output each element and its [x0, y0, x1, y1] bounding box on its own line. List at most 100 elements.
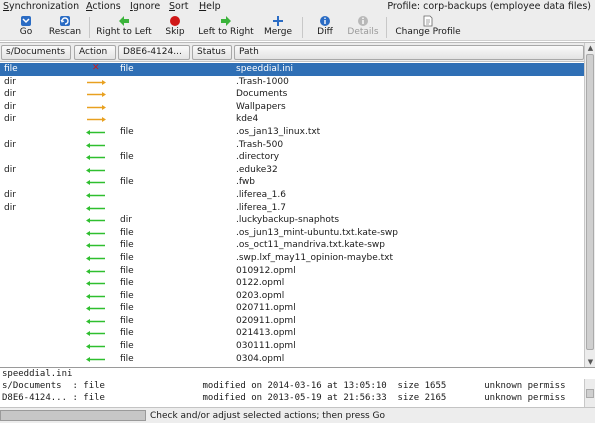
table-row[interactable]: file .os_oct11_mandriva.txt.kate-swp: [0, 239, 584, 252]
table-row[interactable]: file 020911.opml: [0, 315, 584, 328]
cell-replica-b: file: [120, 252, 134, 263]
column-header-action[interactable]: Action: [74, 45, 116, 60]
cell-path: 020711.opml: [236, 303, 296, 314]
cell-replica-b: file: [120, 240, 134, 251]
details-filename: speeddial.ini: [2, 369, 73, 379]
table-row[interactable]: file .os_jun13_mint-ubuntu.txt.kate-swp: [0, 227, 584, 240]
skip-button[interactable]: Skip: [160, 14, 190, 41]
table-row[interactable]: dir Wallpapers: [0, 101, 584, 114]
cell-path: 020911.opml: [236, 315, 296, 326]
table-body: file ✕ file speeddial.ini dir .Trash-1000 dir D…: [0, 63, 584, 368]
menu-actions[interactable]: Actions: [86, 1, 121, 13]
table-row[interactable]: file 020711.opml: [0, 302, 584, 315]
table-row[interactable]: file 0304.opml: [0, 353, 584, 366]
go-icon: [21, 16, 31, 26]
cell-replica-a: dir: [4, 189, 16, 200]
conflict-icon: ✕: [92, 63, 100, 73]
toolbar-separator: [302, 17, 303, 38]
left-to-right-button[interactable]: Left to Right: [195, 14, 257, 41]
scroll-up-icon[interactable]: ▲: [586, 44, 595, 53]
details-scrollbar[interactable]: [584, 379, 595, 408]
skip-icon: [170, 16, 180, 26]
status-message: Check and/or adjust selected actions; th…: [150, 411, 386, 421]
cell-path: 010912.opml: [236, 265, 296, 276]
right-to-left-button[interactable]: Right to Left: [93, 14, 155, 41]
cell-path: .liferea_1.6: [236, 189, 286, 200]
menu-sort[interactable]: Sort: [169, 1, 188, 13]
arrow-right-icon: [86, 101, 108, 114]
table-row[interactable]: dir .Trash-500: [0, 139, 584, 152]
arrow-left-icon: [86, 315, 108, 328]
details-line-replica-a: s/Documents : file modified on 2014-03-1…: [2, 381, 566, 391]
horizontal-scrollbar[interactable]: [0, 410, 146, 421]
table-row[interactable]: dir kde4: [0, 113, 584, 126]
column-header-replica-a[interactable]: s/Documents: [1, 45, 71, 60]
diff-button[interactable]: Diff: [308, 14, 342, 41]
cell-replica-b: file: [120, 328, 134, 339]
vertical-scrollbar[interactable]: ▲ ▼: [584, 43, 595, 368]
menu-help[interactable]: Help: [199, 1, 221, 13]
column-header-path[interactable]: Path: [234, 45, 584, 60]
cell-replica-a: dir: [4, 202, 16, 213]
cell-path: .luckybackup-snaphots: [236, 215, 340, 226]
arrow-left-icon: [86, 302, 108, 315]
details-pane: speeddial.ini s/Documents : file modifie…: [0, 367, 595, 408]
table-row[interactable]: file 0203.opml: [0, 290, 584, 303]
table-row[interactable]: dir .luckybackup-snaphots: [0, 214, 584, 227]
cell-path: .swp.lxf_may11_opinion-maybe.txt: [236, 252, 394, 263]
change-profile-icon: [423, 15, 433, 27]
table-row[interactable]: dir .Trash-1000: [0, 76, 584, 89]
merge-button[interactable]: Merge: [261, 14, 295, 41]
table-row[interactable]: dir .liferea_1.7: [0, 202, 584, 215]
info-icon: [358, 16, 368, 26]
table-row[interactable]: file 021413.opml: [0, 327, 584, 340]
profile-label: Profile: corp-backups (employee data fil…: [387, 1, 591, 12]
arrow-left-icon: [86, 189, 108, 202]
change-profile-button[interactable]: Change Profile: [392, 14, 464, 41]
table-row[interactable]: file ✕ file speeddial.ini: [0, 63, 584, 76]
cell-replica-b: file: [120, 177, 134, 188]
arrow-left-icon: [86, 126, 108, 139]
column-header-status[interactable]: Status: [192, 45, 232, 60]
rescan-button[interactable]: Rescan: [46, 14, 84, 41]
right-to-left-icon: [119, 16, 129, 26]
table-row[interactable]: dir Documents: [0, 88, 584, 101]
details-line-replica-b: D8E6-4124... : file modified on 2013-05-…: [2, 393, 566, 403]
cell-replica-b: file: [120, 126, 134, 137]
details-scroll-thumb[interactable]: [586, 389, 594, 398]
toolbar: Go Rescan Right to Left Skip Left to Rig…: [0, 14, 595, 41]
cell-path: speeddial.ini: [236, 64, 293, 74]
table-row[interactable]: file 0122.opml: [0, 277, 584, 290]
arrow-left-icon: [86, 139, 108, 152]
table-row[interactable]: dir .liferea_1.6: [0, 189, 584, 202]
cell-replica-b: file: [120, 64, 134, 74]
menu-ignore[interactable]: Ignore: [130, 1, 160, 13]
arrow-left-icon: [86, 214, 108, 227]
table-row[interactable]: dir .eduke32: [0, 164, 584, 177]
arrow-left-icon: [86, 227, 108, 240]
arrow-left-icon: [86, 252, 108, 265]
details-button[interactable]: Details: [345, 14, 381, 41]
cell-path: .fwb: [236, 177, 255, 188]
arrow-left-icon: [86, 239, 108, 252]
scroll-thumb[interactable]: [586, 54, 594, 350]
column-header-replica-b[interactable]: D8E6-4124...: [118, 45, 190, 60]
arrow-left-icon: [86, 277, 108, 290]
arrow-left-icon: [86, 202, 108, 215]
cell-path: 021413.opml: [236, 328, 296, 339]
table-row[interactable]: file .directory: [0, 151, 584, 164]
table-row[interactable]: file 030111.opml: [0, 340, 584, 353]
table-row[interactable]: file 010912.opml: [0, 265, 584, 278]
cell-replica-a: dir: [4, 76, 16, 87]
merge-icon: [273, 16, 283, 26]
scroll-down-icon[interactable]: ▼: [586, 358, 595, 367]
cell-path: Documents: [236, 89, 288, 100]
table-row[interactable]: file .os_jan13_linux.txt: [0, 126, 584, 139]
arrow-left-icon: [86, 164, 108, 177]
cell-path: .Trash-1000: [236, 76, 289, 87]
arrow-left-icon: [86, 176, 108, 189]
go-button[interactable]: Go: [10, 14, 42, 41]
table-row[interactable]: file .swp.lxf_may11_opinion-maybe.txt: [0, 252, 584, 265]
menu-synchronization[interactable]: Synchronization: [3, 1, 79, 13]
table-row[interactable]: file .fwb: [0, 176, 584, 189]
